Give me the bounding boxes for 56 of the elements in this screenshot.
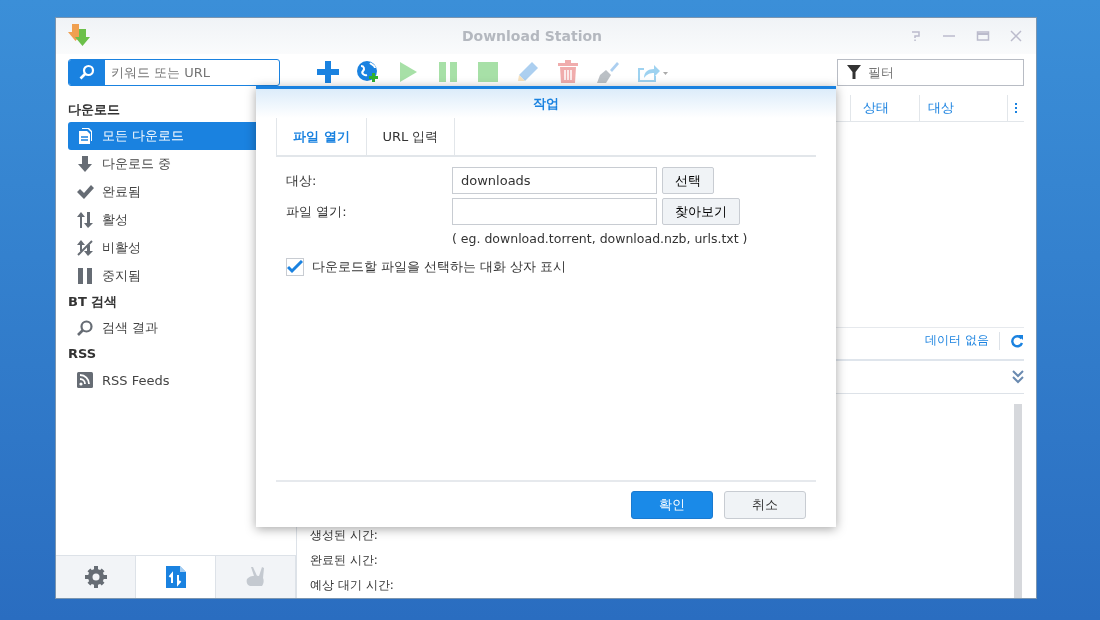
column-header[interactable]: 상태 xyxy=(850,95,919,121)
rss-icon xyxy=(76,371,94,389)
scrollbar[interactable] xyxy=(1014,403,1022,598)
field-label: 대상: xyxy=(286,171,318,190)
pause-icon xyxy=(436,60,460,84)
search-bar[interactable]: 키워드 또는 URL xyxy=(68,58,280,86)
up-down-arrows-icon xyxy=(76,211,94,229)
stop-icon xyxy=(476,60,500,84)
filter-bar[interactable]: 필터 xyxy=(837,58,1024,86)
input-field[interactable]: downloads xyxy=(452,167,657,194)
search-icon xyxy=(79,64,95,80)
dialog-title: 작업 xyxy=(256,89,836,118)
search-icon xyxy=(76,319,94,337)
crossed-arrows-icon xyxy=(76,239,94,257)
pause-icon xyxy=(76,267,94,285)
search-field[interactable]: 키워드 또는 URL xyxy=(105,59,279,85)
field-button[interactable]: 찾아보기 xyxy=(662,198,740,225)
sidebar-heading: 다운로드 xyxy=(68,101,121,119)
detail-label: 예상 대기 시간: xyxy=(310,577,395,594)
detail-label: 완료된 시간: xyxy=(310,552,379,569)
checkmark-icon xyxy=(76,183,94,201)
sidebar-item[interactable]: RSS Feeds xyxy=(68,366,296,394)
checkbox[interactable] xyxy=(286,258,304,276)
sidebar-item[interactable]: 중지됨 xyxy=(68,262,296,290)
sidebar-item[interactable]: 비활성 xyxy=(68,234,296,262)
confirm-button[interactable]: 확인 xyxy=(631,490,713,519)
refresh-icon[interactable] xyxy=(1010,333,1024,348)
field-label: 파일 열기: xyxy=(286,202,348,221)
window-title: Download Station xyxy=(460,28,604,44)
checkbox-label: 다운로드할 파일을 선택하는 대화 상자 표시 xyxy=(312,258,566,276)
column-header[interactable]: 대상 xyxy=(919,95,1007,121)
filter-icon xyxy=(846,64,862,80)
transfer-file-icon xyxy=(163,565,188,589)
down-arrow-icon xyxy=(76,155,94,173)
tab[interactable]: 파일 열기 xyxy=(276,118,366,155)
sidebar-item[interactable]: 검색 결과 xyxy=(68,314,296,342)
cancel-button[interactable]: 취소 xyxy=(724,490,806,519)
detail-label: 생성된 시간: xyxy=(310,527,379,544)
add-icon xyxy=(316,60,340,84)
document-icon xyxy=(76,127,94,145)
field-button[interactable]: 선택 xyxy=(662,167,714,194)
tab[interactable]: URL 입력 xyxy=(365,118,456,155)
settings-icon xyxy=(83,565,108,589)
sidebar-heading: BT 검색 xyxy=(68,293,119,311)
status-text: 데이터 없음 xyxy=(925,332,989,349)
hint-text: ( eg. download.torrent, download.nzb, urls.txt ) xyxy=(452,231,749,246)
sidebar-heading: RSS xyxy=(68,345,98,363)
column-menu-icon[interactable] xyxy=(1014,102,1018,114)
sidebar-footer-button[interactable] xyxy=(136,556,216,598)
double-chevron-icon[interactable] xyxy=(1012,369,1024,384)
pencil-icon xyxy=(516,60,540,84)
broom-icon xyxy=(596,60,620,84)
input-field[interactable] xyxy=(452,198,657,225)
trash-icon xyxy=(556,60,580,84)
filter-field[interactable]: 필터 xyxy=(862,64,1023,80)
globe-plus-icon xyxy=(356,60,380,84)
